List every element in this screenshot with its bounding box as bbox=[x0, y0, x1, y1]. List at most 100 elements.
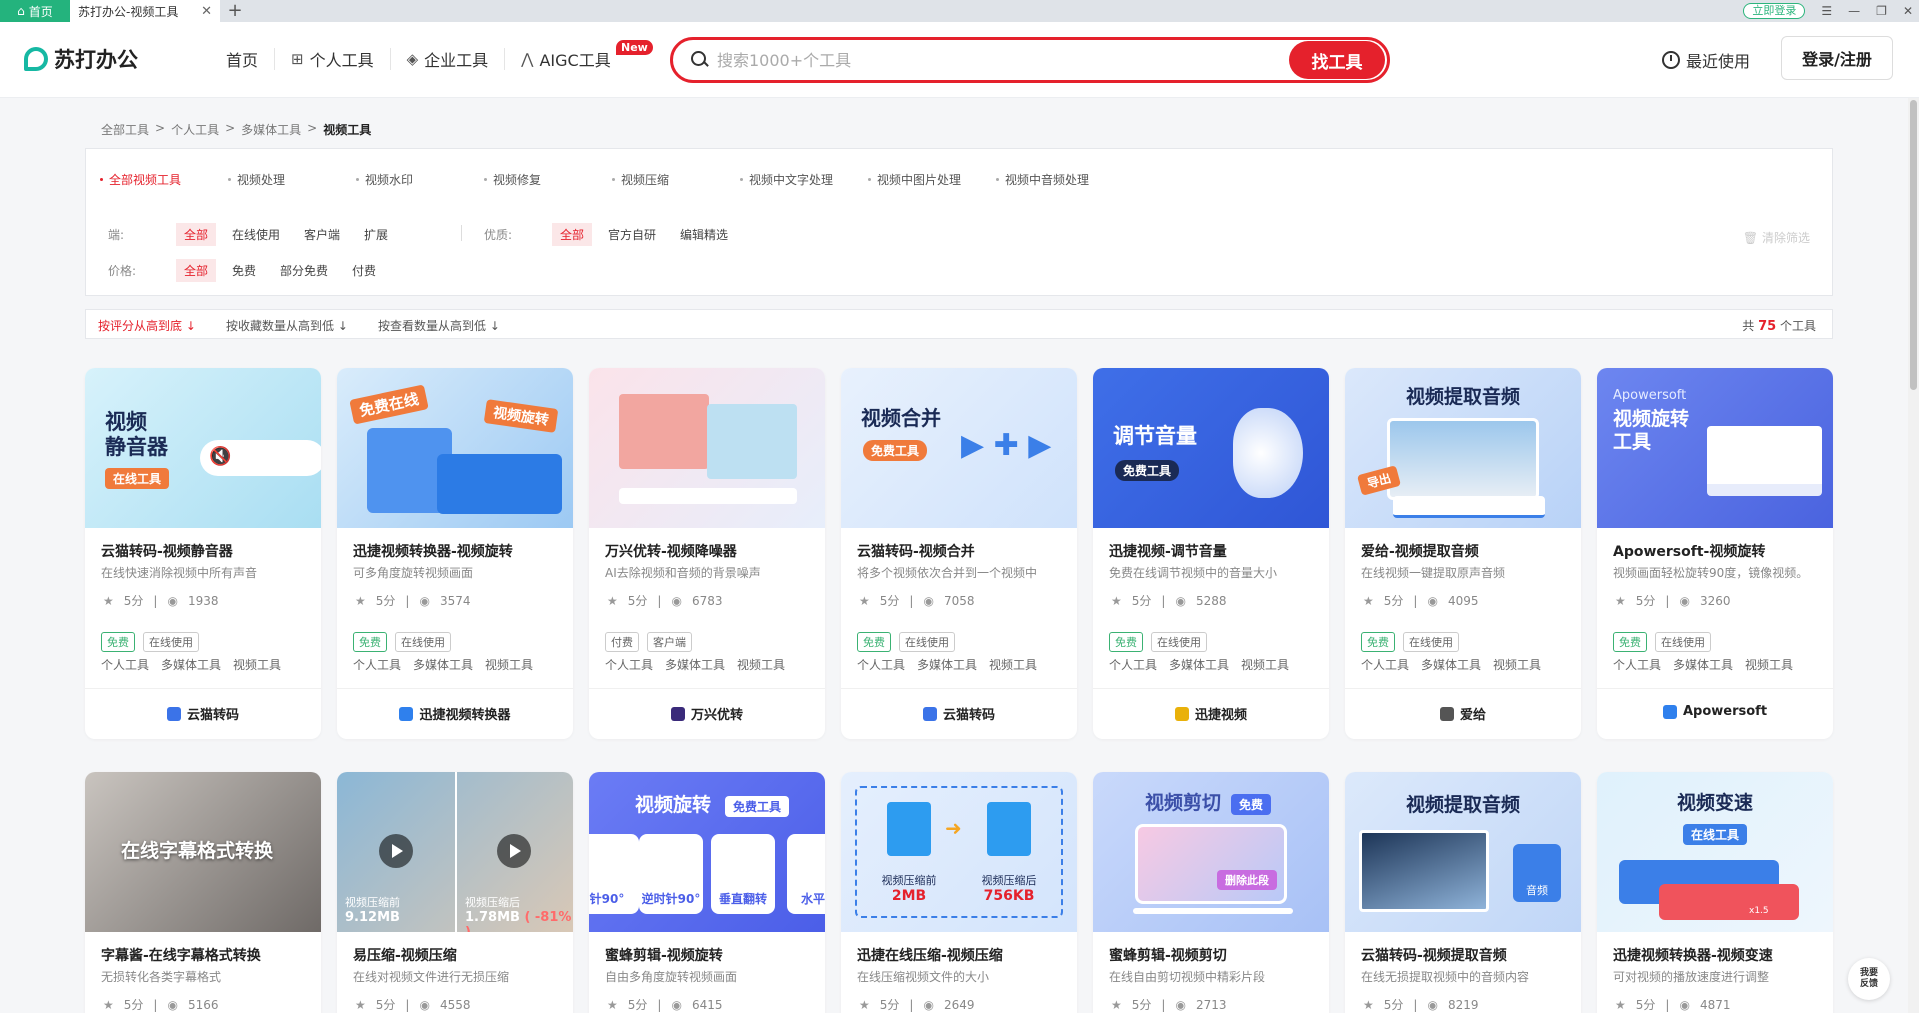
play-icon[interactable] bbox=[497, 834, 531, 868]
card-tag[interactable]: 个人工具 bbox=[1109, 656, 1157, 673]
card-thumbnail[interactable]: 视频提取音频 导出 bbox=[1345, 368, 1581, 528]
card-tag[interactable]: 多媒体工具 bbox=[1673, 656, 1733, 673]
crumb-media[interactable]: 多媒体工具 bbox=[241, 121, 301, 138]
crumb-all-tools[interactable]: 全部工具 bbox=[101, 121, 149, 138]
card-title[interactable]: 云猫转码-视频静音器 bbox=[101, 541, 233, 561]
card-tag[interactable]: 个人工具 bbox=[353, 656, 401, 673]
tool-card[interactable]: 视频合并 免费工具 ▶ ✚ ▶ 云猫转码-视频合并 将多个视频依次合并到一个视频中 ★ 5分… bbox=[841, 368, 1077, 739]
card-thumbnail[interactable]: ➜ 视频压缩前 2MB 视频压缩后 756KB bbox=[841, 772, 1077, 932]
card-thumbnail[interactable]: 视频旋转免费工具针90° 逆时针90° 垂直翻转 水平翻 bbox=[589, 772, 825, 932]
card-title[interactable]: 字幕酱-在线字幕格式转换 bbox=[101, 945, 261, 965]
tool-card[interactable]: 视频旋转免费工具针90° 逆时针90° 垂直翻转 水平翻蜜蜂剪辑-视频旋转自由多角度旋… bbox=[589, 772, 825, 1013]
card-tag[interactable]: 个人工具 bbox=[605, 656, 653, 673]
card-thumbnail[interactable]: 在线字幕格式转换 bbox=[85, 772, 321, 932]
card-tag[interactable]: 个人工具 bbox=[857, 656, 905, 673]
card-tag[interactable]: 视频工具 bbox=[1241, 656, 1289, 673]
close-tab-icon[interactable]: ✕ bbox=[201, 4, 212, 19]
play-icon[interactable] bbox=[379, 834, 413, 868]
card-thumbnail[interactable]: 视频变速在线工具x1.0x1.5 bbox=[1597, 772, 1833, 932]
search-input[interactable] bbox=[717, 50, 1289, 70]
feedback-button[interactable]: 我要 反馈 bbox=[1848, 958, 1890, 1000]
category-video-process[interactable]: 视频处理 bbox=[228, 171, 356, 188]
nav-home[interactable]: 首页 bbox=[210, 48, 276, 70]
price-all[interactable]: 全部 bbox=[176, 259, 217, 282]
card-thumbnail[interactable]: 免费在线 视频旋转 bbox=[337, 368, 573, 528]
tool-card[interactable]: 视频 静音器 在线工具 🔇 云猫转码-视频静音器 在线快速消除视频中所有声音 ★ 5分 | ◉ 1… bbox=[85, 368, 321, 739]
platform-online[interactable]: 在线使用 bbox=[224, 223, 288, 246]
restore-icon[interactable]: ❐ bbox=[1876, 4, 1887, 18]
category-all-video[interactable]: 全部视频工具 bbox=[100, 171, 228, 188]
tool-card[interactable]: 视频剪切 免费 删除此段 蜜蜂剪辑-视频剪切 在线自由剪切视频中精彩片段 ★ 5分 | ◉ 271… bbox=[1093, 772, 1329, 1013]
browser-active-tab[interactable]: 苏打办公-视频工具 ✕ bbox=[70, 0, 220, 22]
card-tag[interactable]: 视频工具 bbox=[233, 656, 281, 673]
category-image[interactable]: 视频中图片处理 bbox=[868, 171, 996, 188]
tool-card[interactable]: 视频提取音频 音频 云猫转码-视频提取音频 在线无损提取视频中的音频内容 ★ 5分 | ◉ 82… bbox=[1345, 772, 1581, 1013]
browser-home-tab[interactable]: ⌂ 首页 bbox=[0, 0, 70, 22]
card-title[interactable]: 迅捷视频转换器-视频旋转 bbox=[353, 541, 513, 561]
quality-all[interactable]: 全部 bbox=[552, 223, 593, 246]
nav-personal-tools[interactable]: ⊞ 个人工具 bbox=[275, 48, 391, 70]
card-title[interactable]: 易压缩-视频压缩 bbox=[353, 945, 457, 965]
tool-card[interactable]: 在线字幕格式转换 字幕酱-在线字幕格式转换 无损转化各类字幕格式 ★ 5分 | ◉ 5166 bbox=[85, 772, 321, 1013]
card-title[interactable]: 迅捷视频-调节音量 bbox=[1109, 541, 1227, 561]
platform-client[interactable]: 客户端 bbox=[296, 223, 348, 246]
quality-official[interactable]: 官方自研 bbox=[600, 223, 664, 246]
card-title[interactable]: 蜜蜂剪辑-视频旋转 bbox=[605, 945, 723, 965]
category-compress[interactable]: 视频压缩 bbox=[612, 171, 740, 188]
recent-use-link[interactable]: 最近使用 bbox=[1662, 48, 1750, 72]
login-register-button[interactable]: 登录/注册 bbox=[1781, 36, 1893, 80]
scrollbar-thumb[interactable] bbox=[1910, 100, 1917, 390]
logo[interactable]: 苏打办公 bbox=[24, 44, 138, 74]
tool-card[interactable]: Apowersoft 视频旋转 工具 Apowersoft-视频旋转 视频画面轻松旋转… bbox=[1597, 368, 1833, 739]
tool-card[interactable]: 调节音量 免费工具 迅捷视频-调节音量 免费在线调节视频中的音量大小 ★ 5分 | ◉ 5288… bbox=[1093, 368, 1329, 739]
card-title[interactable]: 爱给-视频提取音频 bbox=[1361, 541, 1479, 561]
card-thumbnail[interactable]: 视频压缩前9.12MB 视频压缩后1.78MB ( -81% ) bbox=[337, 772, 573, 932]
crumb-personal[interactable]: 个人工具 bbox=[171, 121, 219, 138]
card-thumbnail[interactable]: 视频剪切 免费 删除此段 bbox=[1093, 772, 1329, 932]
category-audio[interactable]: 视频中音频处理 bbox=[996, 171, 1124, 188]
sort-by-views[interactable]: 按查看数量从高到低 ↓ bbox=[378, 317, 500, 334]
nav-enterprise-tools[interactable]: ◈ 企业工具 bbox=[391, 48, 506, 70]
card-thumbnail[interactable]: 视频合并 免费工具 ▶ ✚ ▶ bbox=[841, 368, 1077, 528]
card-tag[interactable]: 视频工具 bbox=[989, 656, 1037, 673]
nav-aigc-tools[interactable]: ⋀ AIGC工具 bbox=[505, 48, 627, 70]
card-title[interactable]: 迅捷在线压缩-视频压缩 bbox=[857, 945, 1003, 965]
close-window-icon[interactable]: ✕ bbox=[1903, 4, 1913, 18]
category-repair[interactable]: 视频修复 bbox=[484, 171, 612, 188]
card-thumbnail[interactable]: 视频 静音器 在线工具 🔇 bbox=[85, 368, 321, 528]
search-button[interactable]: 找工具 bbox=[1289, 41, 1385, 79]
quality-editor[interactable]: 编辑精选 bbox=[672, 223, 736, 246]
card-tag[interactable]: 个人工具 bbox=[101, 656, 149, 673]
menu-icon[interactable]: ☰ bbox=[1821, 4, 1832, 18]
tool-card[interactable]: 视频压缩前9.12MB 视频压缩后1.78MB ( -81% ) 易压缩-视频压缩在… bbox=[337, 772, 573, 1013]
card-tag[interactable]: 视频工具 bbox=[1493, 656, 1541, 673]
card-tag[interactable]: 视频工具 bbox=[485, 656, 533, 673]
tool-card[interactable]: 视频提取音频 导出 爱给-视频提取音频 在线视频一键提取原声音频 ★ 5分 | ◉ 4095 免费… bbox=[1345, 368, 1581, 739]
card-thumbnail[interactable]: 视频提取音频 音频 bbox=[1345, 772, 1581, 932]
card-title[interactable]: 云猫转码-视频合并 bbox=[857, 541, 975, 561]
price-partial[interactable]: 部分免费 bbox=[272, 259, 336, 282]
category-text[interactable]: 视频中文字处理 bbox=[740, 171, 868, 188]
card-title[interactable]: 蜜蜂剪辑-视频剪切 bbox=[1109, 945, 1227, 965]
sort-by-score[interactable]: 按评分从高到底 ↓ bbox=[98, 317, 196, 334]
card-title[interactable]: 万兴优转-视频降噪器 bbox=[605, 541, 737, 561]
sort-by-favorites[interactable]: 按收藏数量从高到低 ↓ bbox=[226, 317, 348, 334]
new-tab-button[interactable]: + bbox=[220, 0, 250, 22]
platform-extension[interactable]: 扩展 bbox=[356, 223, 396, 246]
tool-card[interactable]: 万兴优转-视频降噪器 AI去除视频和音频的背景噪声 ★ 5分 | ◉ 6783 付费 客户端 个人… bbox=[589, 368, 825, 739]
category-watermark[interactable]: 视频水印 bbox=[356, 171, 484, 188]
card-thumbnail[interactable]: Apowersoft 视频旋转 工具 bbox=[1597, 368, 1833, 528]
tool-card[interactable]: 视频变速在线工具x1.0x1.5迅捷视频转换器-视频变速可对视频的播放速度进行调… bbox=[1597, 772, 1833, 1013]
card-thumbnail[interactable]: 调节音量 免费工具 bbox=[1093, 368, 1329, 528]
page-scrollbar[interactable] bbox=[1908, 98, 1919, 1013]
card-tag[interactable]: 多媒体工具 bbox=[1421, 656, 1481, 673]
card-title[interactable]: 云猫转码-视频提取音频 bbox=[1361, 945, 1507, 965]
clear-filter-button[interactable]: 🗑 清除筛选 bbox=[1743, 229, 1810, 246]
card-thumbnail[interactable] bbox=[589, 368, 825, 528]
price-paid[interactable]: 付费 bbox=[344, 259, 384, 282]
browser-login-pill[interactable]: 立即登录 bbox=[1743, 3, 1806, 19]
price-free[interactable]: 免费 bbox=[224, 259, 264, 282]
card-tag[interactable]: 视频工具 bbox=[737, 656, 785, 673]
card-tag[interactable]: 多媒体工具 bbox=[161, 656, 221, 673]
card-tag[interactable]: 多媒体工具 bbox=[917, 656, 977, 673]
